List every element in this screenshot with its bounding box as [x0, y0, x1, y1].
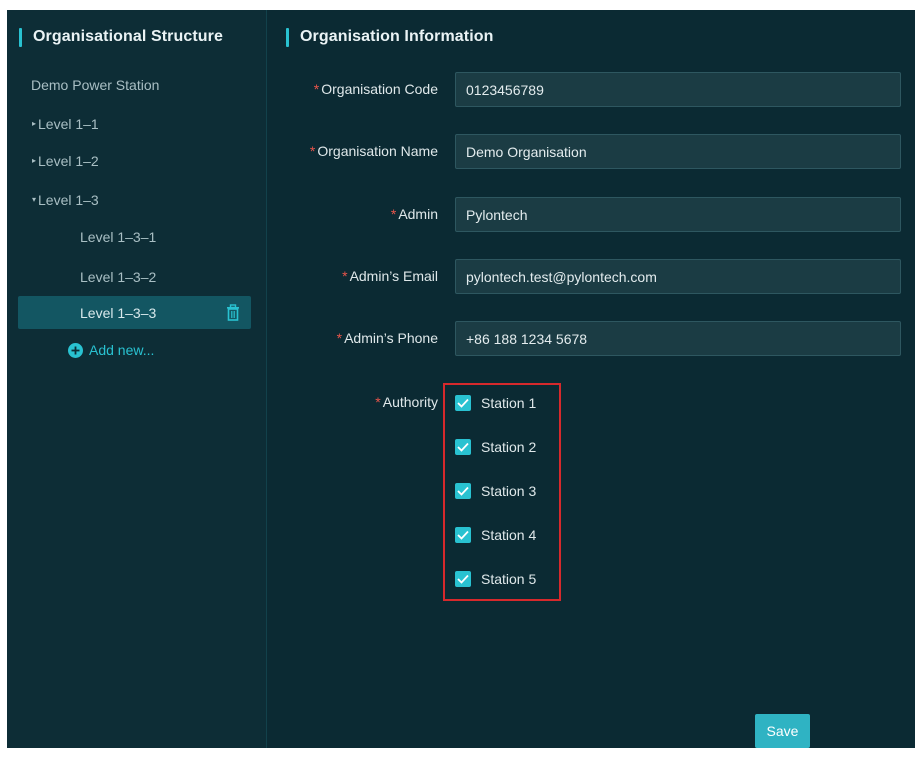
panel-title: Organisation Information	[300, 28, 494, 45]
tree-item-label: Level 1–1	[38, 115, 99, 132]
label-text: Admin’s Phone	[344, 330, 438, 346]
required-mark: *	[309, 143, 316, 159]
admin-input[interactable]	[455, 197, 901, 232]
organisation-code-label: * Organisation Code	[314, 81, 438, 97]
label-text: Admin’s Email	[349, 268, 438, 284]
app-window: Organisational Structure Demo Power Stat…	[7, 10, 915, 748]
organisation-code-input[interactable]	[455, 72, 901, 107]
admin-phone-input[interactable]	[455, 321, 901, 356]
organisation-information-panel: Organisation Information * Organisation C…	[268, 10, 915, 748]
tree-item-label: Level 1–2	[38, 152, 99, 169]
checkmark-icon[interactable]	[455, 571, 471, 587]
admin-row: * Admin	[268, 197, 915, 232]
station-label: Station 1	[481, 395, 537, 411]
tree-item-level-1-3-2[interactable]: Level 1–3–2	[18, 260, 251, 293]
admin-email-input[interactable]	[455, 259, 901, 294]
admin-phone-label: * Admin’s Phone	[337, 330, 438, 346]
save-button[interactable]: Save	[755, 714, 810, 748]
authority-row: * Authority	[268, 393, 915, 428]
tree-item-level-1-3-3[interactable]: Level 1–3–3	[18, 296, 251, 329]
tree-item-label: Level 1–3–2	[80, 268, 157, 285]
tree-item-label: Level 1–3–3	[80, 304, 157, 321]
admin-email-label: * Admin’s Email	[342, 268, 438, 284]
tree-item-level-1-3-1[interactable]: Level 1–3–1	[18, 220, 251, 253]
authority-label: * Authority	[375, 394, 438, 410]
checkmark-icon[interactable]	[455, 483, 471, 499]
admin-phone-row: * Admin’s Phone	[268, 321, 915, 356]
checkmark-icon[interactable]	[455, 439, 471, 455]
admin-label: * Admin	[391, 206, 438, 222]
add-new-label: Add new...	[89, 342, 155, 358]
add-new-button[interactable]: Add new...	[68, 342, 154, 358]
organisational-structure-panel: Organisational Structure Demo Power Stat…	[7, 10, 267, 748]
panel-header: Organisation Information	[286, 27, 494, 47]
required-mark: *	[375, 394, 381, 410]
station-2-checkbox[interactable]: Station 2	[455, 437, 536, 457]
label-text: Organisation Name	[317, 143, 438, 159]
tree-item-level-1-2[interactable]: ▸ Level 1–2	[18, 144, 251, 177]
station-label: Station 4	[481, 527, 537, 543]
checkmark-icon[interactable]	[455, 395, 471, 411]
required-mark: *	[313, 81, 320, 97]
station-label: Station 5	[481, 571, 537, 587]
required-mark: *	[342, 268, 348, 284]
station-5-checkbox[interactable]: Station 5	[455, 569, 536, 589]
tree-root-node[interactable]: Demo Power Station	[31, 77, 159, 93]
organisation-name-label: * Organisation Name	[310, 143, 438, 159]
station-4-checkbox[interactable]: Station 4	[455, 525, 536, 545]
station-3-checkbox[interactable]: Station 3	[455, 481, 536, 501]
station-label: Station 3	[481, 483, 537, 499]
panel-header: Organisational Structure	[19, 27, 223, 47]
tree-item-level-1-3[interactable]: ▾ Level 1–3	[18, 183, 251, 216]
caret-right-icon[interactable]: ▸	[18, 119, 38, 128]
panel-title: Organisational Structure	[33, 28, 223, 45]
caret-down-icon[interactable]: ▾	[18, 195, 38, 204]
caret-right-icon[interactable]: ▸	[18, 156, 38, 165]
trash-icon[interactable]	[225, 304, 241, 321]
station-1-checkbox[interactable]: Station 1	[455, 393, 536, 413]
label-text: Authority	[382, 394, 438, 410]
admin-email-row: * Admin’s Email	[268, 259, 915, 294]
label-text: Organisation Code	[321, 81, 438, 97]
organisation-code-row: * Organisation Code	[268, 72, 915, 107]
tree-item-level-1-1[interactable]: ▸ Level 1–1	[18, 107, 251, 140]
organisation-name-input[interactable]	[455, 134, 901, 169]
checkmark-icon[interactable]	[455, 527, 471, 543]
required-mark: *	[390, 206, 397, 222]
accent-bar	[286, 27, 289, 47]
tree-item-label: Level 1–3	[38, 191, 99, 208]
tree-item-label: Level 1–3–1	[80, 228, 157, 245]
required-mark: *	[336, 330, 343, 346]
label-text: Admin	[398, 206, 438, 222]
organisation-name-row: * Organisation Name	[268, 134, 915, 169]
station-label: Station 2	[481, 439, 537, 455]
accent-bar	[19, 27, 22, 47]
plus-circle-icon	[68, 342, 83, 358]
